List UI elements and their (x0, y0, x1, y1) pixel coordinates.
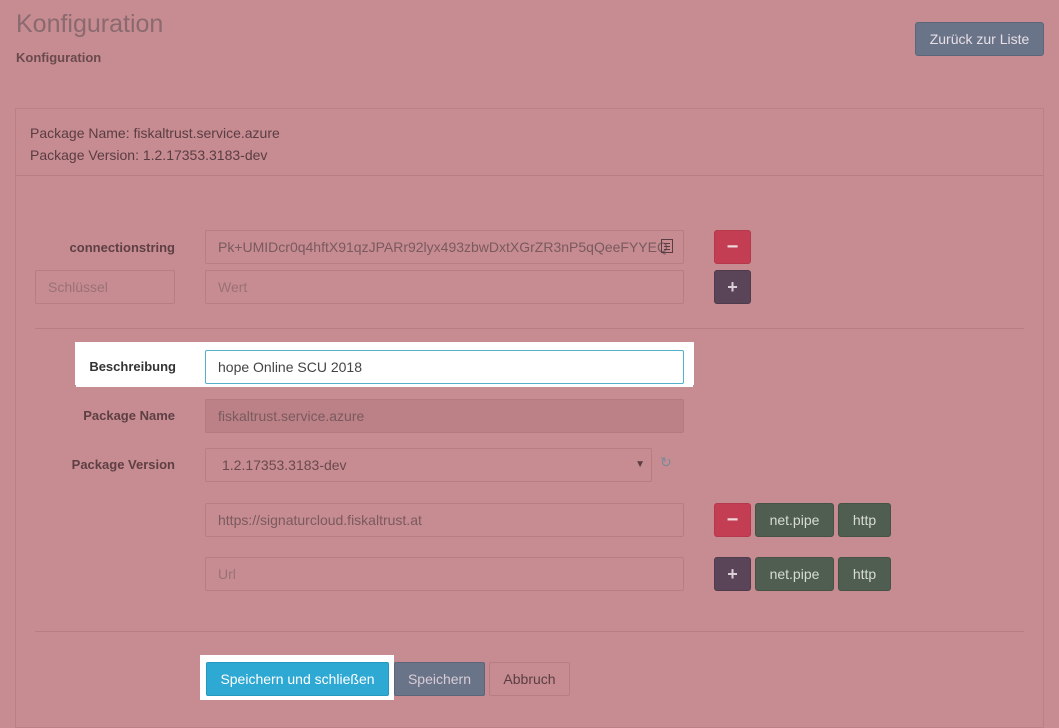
back-to-list-button[interactable]: Zurück zur Liste (915, 22, 1044, 56)
connectionstring-value: Pk+UMIDcr0q4hftX91qzJPARr92lyx493zbwDxtX… (218, 239, 668, 255)
http-button[interactable]: http (838, 557, 891, 591)
url-input[interactable]: https://signaturcloud.fiskaltrust.at (205, 503, 684, 537)
page-header: Konfiguration Konfiguration Zurück zur L… (0, 0, 1059, 88)
package-name-info: Package Name: fiskaltrust.service.azure (30, 125, 280, 141)
package-info: Package Name: fiskaltrust.service.azure … (30, 122, 280, 166)
cancel-button[interactable]: Abbruch (489, 662, 570, 696)
connectionstring-input[interactable]: Pk+UMIDcr0q4hftX91qzJPARr92lyx493zbwDxtX… (205, 230, 684, 264)
chevron-down-icon: ▼ (635, 459, 645, 470)
package-name-label: Package Name (83, 408, 175, 423)
add-parameter-button[interactable]: + (714, 270, 751, 304)
divider (35, 631, 1024, 632)
save-button[interactable]: Speichern (394, 662, 485, 696)
new-url-input[interactable]: Url (205, 557, 684, 591)
connectionstring-label: connectionstring (69, 240, 175, 255)
package-version-info: Package Version: 1.2.17353.3183-dev (30, 147, 268, 163)
save-and-close-button[interactable]: Speichern und schließen (206, 662, 389, 696)
refresh-icon[interactable]: ↻ (660, 454, 672, 471)
http-button[interactable]: http (838, 503, 891, 537)
package-version-label: Package Version (71, 457, 175, 472)
password-manager-icon[interactable] (661, 239, 673, 253)
package-version-select[interactable]: 1.2.17353.3183-dev ▼ (205, 448, 652, 482)
package-name-input: fiskaltrust.service.azure (205, 399, 684, 433)
netpipe-button[interactable]: net.pipe (755, 557, 834, 591)
description-input[interactable]: hope Online SCU 2018 (205, 350, 684, 384)
breadcrumb: Konfiguration (16, 50, 102, 65)
divider (16, 175, 1043, 176)
remove-url-button[interactable]: − (714, 503, 751, 537)
description-label: Beschreibung (89, 359, 176, 374)
page-title: Konfiguration (16, 10, 164, 38)
value-input[interactable]: Wert (205, 270, 684, 304)
remove-parameter-button[interactable]: − (714, 230, 751, 264)
package-version-value: 1.2.17353.3183-dev (222, 457, 347, 473)
netpipe-button[interactable]: net.pipe (755, 503, 834, 537)
add-url-button[interactable]: + (714, 557, 751, 591)
key-input[interactable]: Schlüssel (35, 270, 175, 304)
divider (35, 328, 1024, 329)
